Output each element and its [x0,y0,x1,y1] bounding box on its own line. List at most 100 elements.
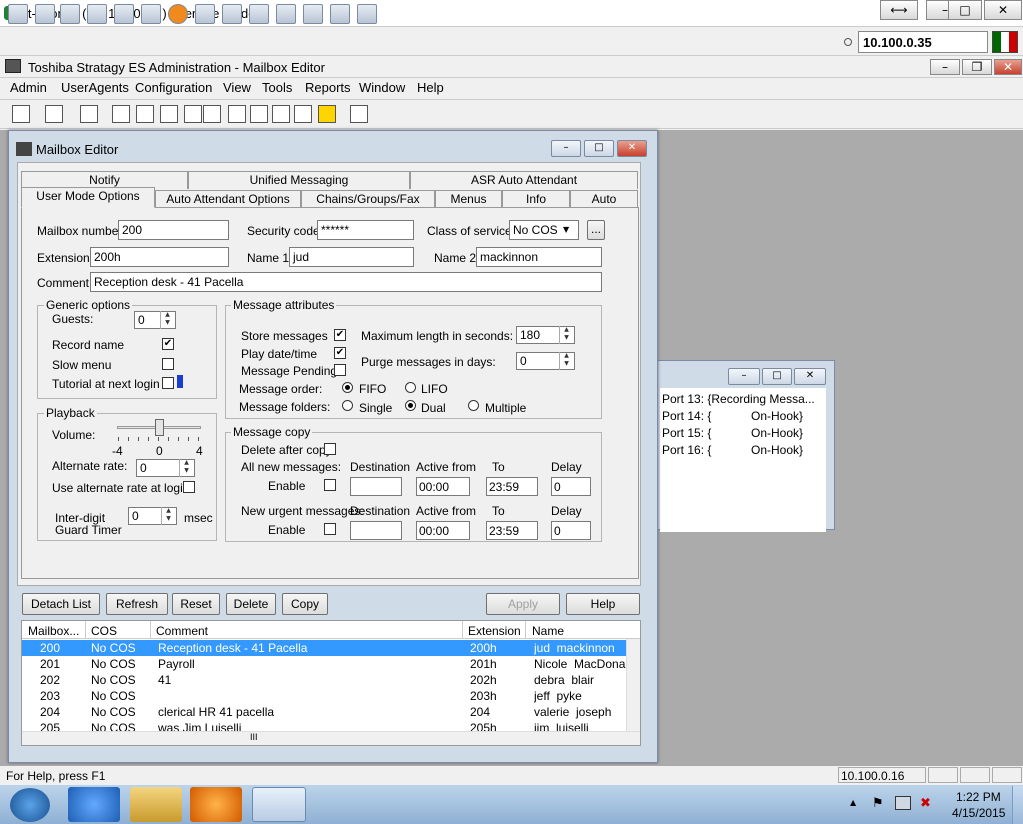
multiple-radio[interactable] [468,400,479,411]
columns-icon[interactable] [45,105,63,123]
volume-muted-icon[interactable]: ✖ [920,796,931,811]
lifo-radio[interactable] [405,382,416,393]
list-icon[interactable] [228,105,246,123]
interdigit-spinner[interactable]: ▲ ▼ [161,507,175,525]
warning-icon[interactable] [168,4,188,24]
lock-icon[interactable] [141,4,161,24]
tools-icon[interactable] [60,4,80,24]
destination-field-2[interactable] [350,521,402,540]
security-code-field[interactable]: ****** [317,220,414,240]
menu-window[interactable]: Window [359,80,405,95]
ip-address-field[interactable]: 10.100.0.35 [858,31,988,53]
start-button[interactable] [10,788,50,822]
stratagy-admin-icon[interactable] [252,787,306,822]
guests-spinner[interactable]: ▲ ▼ [160,311,174,329]
phone-icon[interactable] [136,105,154,123]
tab-auto-attendant-options[interactable]: Auto Attendant Options [155,190,301,208]
tree-icon[interactable] [12,105,30,123]
currency-icon[interactable] [318,105,336,123]
refresh-icon[interactable] [87,4,107,24]
enable-checkbox-2[interactable] [324,523,336,535]
menu-useragents[interactable]: UserAgents [61,80,129,95]
volume-slider-thumb[interactable] [155,419,164,436]
tab-asr-auto-attendant[interactable]: ASR Auto Attendant [410,171,638,189]
delay-field-2[interactable]: 0 [551,521,591,540]
port-minimize-button[interactable]: – [728,368,760,385]
port-restore-button[interactable]: □ [762,368,792,385]
close-button[interactable]: ✕ [984,0,1022,20]
files-icon[interactable] [357,4,377,24]
table-row[interactable]: 203 No COS 203h jeff pyke [22,688,626,704]
tutorial-checkbox[interactable] [162,377,174,389]
chat-icon[interactable] [330,4,350,24]
table-row[interactable]: 204 No COS clerical HR 41 pacella 204 va… [22,704,626,720]
scroll-grip[interactable]: III [250,732,258,742]
clipboard-icon[interactable] [303,4,323,24]
monitor-icon[interactable] [8,4,28,24]
restore-size-button[interactable]: ⟷ [880,0,918,20]
help-pointer-icon[interactable] [350,105,368,123]
col-divider[interactable] [462,621,463,639]
cos-more-button[interactable]: ... [587,220,605,240]
extension-field[interactable]: 200h [90,247,229,267]
tab-menus[interactable]: Menus [435,190,502,208]
table-row[interactable]: 201 No COS Payroll 201h Nicole MacDona [22,656,626,672]
clock-icon[interactable] [294,105,312,123]
fifo-radio[interactable] [342,382,353,393]
app-close-button[interactable]: ✕ [994,59,1022,75]
delay-field-1[interactable]: 0 [551,477,591,496]
tray-expand-icon[interactable]: ▲ [850,798,856,807]
purge-spinner[interactable]: ▲ ▼ [559,352,573,370]
menu-help[interactable]: Help [417,80,444,95]
reset-button[interactable]: Reset [172,593,220,615]
screen-icon[interactable] [249,4,269,24]
flag-tray-icon[interactable]: ⚑ [872,796,884,811]
enable-checkbox-1[interactable] [324,479,336,491]
editor-minimize-button[interactable]: – [551,140,581,157]
store-messages-checkbox[interactable]: ✔ [334,329,346,341]
fullscreen-icon[interactable] [222,4,242,24]
media-player-icon[interactable] [190,787,242,822]
menu-tools[interactable]: Tools [262,80,292,95]
delete-button[interactable]: Delete [226,593,276,615]
alt-rate-login-checkbox[interactable] [183,481,195,493]
network-tray-icon[interactable] [895,796,911,810]
menu-view[interactable]: View [223,80,251,95]
vertical-scrollbar[interactable] [626,639,640,731]
play-date-checkbox[interactable]: ✔ [334,347,346,359]
app-restore-button[interactable]: ❐ [962,59,992,75]
mailbox-list[interactable]: Mailbox... COS Comment Extension Name 20… [21,620,641,746]
name2-field[interactable]: mackinnon [476,247,602,267]
mailbox-number-field[interactable]: 200 [118,220,229,240]
tab-user-mode-options[interactable]: User Mode Options [21,187,155,208]
col-name[interactable]: Name [532,624,564,638]
col-divider[interactable] [525,621,526,639]
active-from-field-1[interactable]: 00:00 [416,477,470,496]
tab-chains-groups-fax[interactable]: Chains/Groups/Fax [301,190,435,208]
tray-time[interactable]: 1:22 PM [956,790,1001,804]
report-icon[interactable] [250,105,268,123]
maximize-button[interactable]: □ [948,0,982,20]
port-close-button[interactable]: ✕ [794,368,826,385]
menu-admin[interactable]: Admin [10,80,47,95]
to-field-2[interactable]: 23:59 [486,521,538,540]
editor-restore-button[interactable]: □ [584,140,614,157]
name1-field[interactable]: jud [289,247,414,267]
table-row[interactable]: 202 No COS 41 202h debra blair [22,672,626,688]
slow-menu-checkbox[interactable] [162,358,174,370]
tray-date[interactable]: 4/15/2015 [952,806,1005,820]
explorer-icon[interactable] [130,787,182,822]
windows-logo-icon[interactable] [114,4,134,24]
message-pending-checkbox[interactable] [334,364,346,376]
max-length-spinner[interactable]: ▲ ▼ [559,326,573,344]
horizontal-scrollbar[interactable] [22,731,640,745]
app-minimize-button[interactable]: – [930,59,960,75]
editor-close-button[interactable]: ✕ [617,140,647,157]
col-comment[interactable]: Comment [156,624,208,638]
col-extension[interactable]: Extension [468,624,521,638]
col-divider[interactable] [85,621,86,639]
tab-unified-messaging[interactable]: Unified Messaging [188,171,410,189]
to-field-1[interactable]: 23:59 [486,477,538,496]
disconnect-icon[interactable] [195,4,215,24]
comment-field[interactable]: Reception desk - 41 Pacella [90,272,602,292]
